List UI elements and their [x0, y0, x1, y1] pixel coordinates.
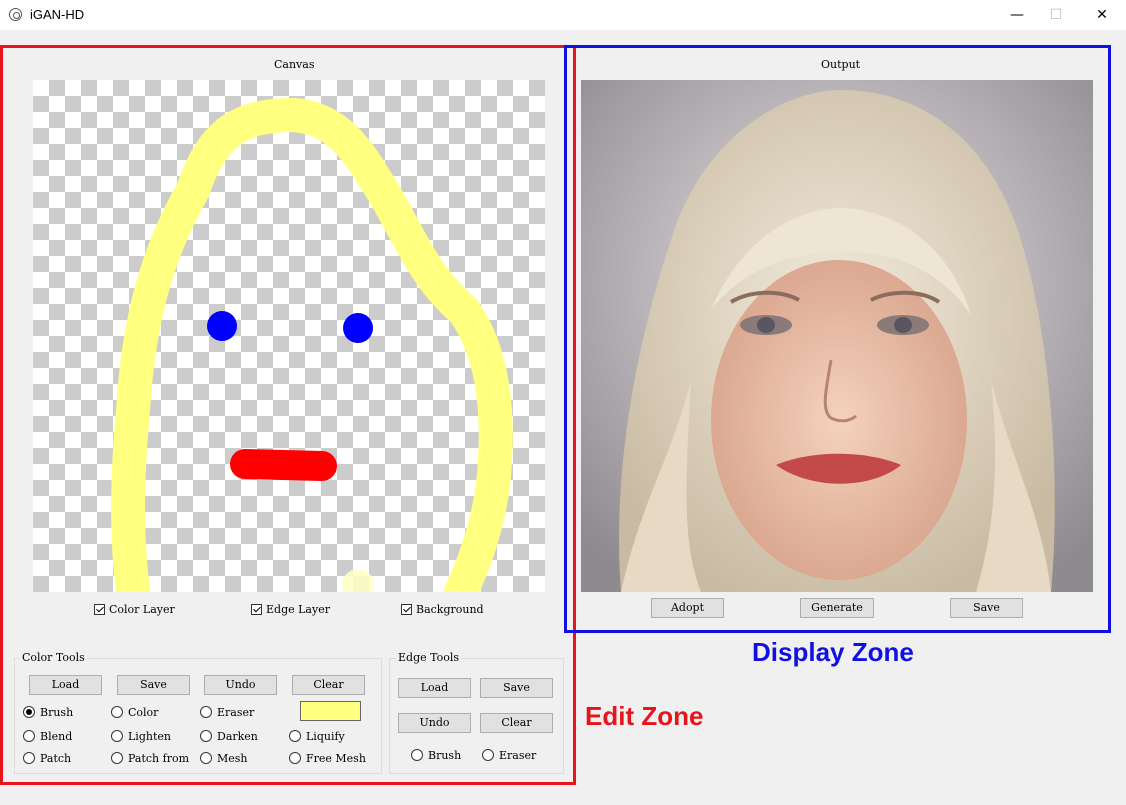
checkbox-box — [94, 603, 105, 615]
close-button[interactable]: ✕ — [1079, 0, 1125, 30]
edge-brush-radio[interactable]: Brush — [411, 748, 461, 762]
checkbox-label: Background — [416, 602, 484, 616]
tool-eraser-radio[interactable]: Eraser — [200, 705, 254, 719]
color-tools-title: Color Tools — [20, 651, 87, 664]
tool-liquify-radio[interactable]: Liquify — [289, 729, 345, 743]
radio-dot — [411, 749, 423, 761]
radio-dot — [23, 730, 35, 742]
radio-label: Patch from — [128, 751, 190, 765]
canvas-title: Canvas — [274, 58, 315, 71]
checkbox-label: Color Layer — [109, 602, 175, 616]
output-title: Output — [821, 58, 861, 71]
radio-label: Brush — [428, 748, 462, 762]
edge-tools-title: Edge Tools — [396, 651, 462, 664]
face-outline-stroke — [111, 97, 513, 592]
checkbox-box — [251, 603, 262, 615]
canvas-drawing — [111, 97, 513, 592]
checkbox-label: Edge Layer — [266, 602, 330, 616]
title-bar: iGAN-HD — ☐ ✕ — [0, 0, 1126, 30]
radio-dot — [111, 706, 123, 718]
radio-dot — [23, 752, 35, 764]
drawing-canvas[interactable] — [33, 80, 545, 592]
radio-dot — [200, 752, 212, 764]
radio-label: Blend — [40, 729, 73, 743]
radio-dot — [289, 730, 301, 742]
output-save-button[interactable]: Save — [950, 598, 1023, 618]
tool-patch-from-radio[interactable]: Patch from — [111, 751, 189, 765]
radio-label: Liquify — [306, 729, 345, 743]
tool-blend-radio[interactable]: Blend — [23, 729, 72, 743]
edge-eraser-radio[interactable]: Eraser — [482, 748, 536, 762]
generate-button[interactable]: Generate — [800, 598, 874, 618]
radio-label: Free Mesh — [306, 751, 366, 765]
generated-face-image — [581, 80, 1093, 592]
radio-label: Lighten — [128, 729, 171, 743]
tool-mesh-radio[interactable]: Mesh — [200, 751, 248, 765]
edit-zone-label: Edit Zone — [585, 701, 704, 731]
color-load-button[interactable]: Load — [29, 675, 102, 695]
radio-label: Eraser — [499, 748, 537, 762]
color-layer-checkbox[interactable]: Color Layer — [94, 602, 175, 616]
radio-label: Eraser — [217, 705, 255, 719]
background-checkbox[interactable]: Background — [401, 602, 484, 616]
brush-cursor — [342, 569, 374, 592]
radio-label: Darken — [217, 729, 258, 743]
radio-dot — [482, 749, 494, 761]
tool-brush-radio[interactable]: Brush — [23, 705, 73, 719]
radio-dot — [200, 730, 212, 742]
radio-dot — [111, 730, 123, 742]
tool-free-mesh-radio[interactable]: Free Mesh — [289, 751, 366, 765]
radio-dot — [111, 752, 123, 764]
output-image — [581, 80, 1093, 592]
maximize-button[interactable]: ☐ — [1033, 0, 1079, 30]
edge-layer-checkbox[interactable]: Edge Layer — [251, 602, 330, 616]
color-undo-button[interactable]: Undo — [204, 675, 277, 695]
radio-dot — [200, 706, 212, 718]
edge-clear-button[interactable]: Clear — [480, 713, 553, 733]
right-eye-dot — [343, 313, 373, 343]
tool-darken-radio[interactable]: Darken — [200, 729, 258, 743]
radio-label: Patch — [40, 751, 72, 765]
tool-color-radio[interactable]: Color — [111, 705, 158, 719]
left-eye-dot — [207, 311, 237, 341]
app-icon — [9, 8, 22, 21]
window-title: iGAN-HD — [30, 7, 85, 22]
radio-dot — [23, 706, 35, 718]
tool-lighten-radio[interactable]: Lighten — [111, 729, 171, 743]
tool-patch-radio[interactable]: Patch — [23, 751, 71, 765]
radio-dot — [289, 752, 301, 764]
color-save-button[interactable]: Save — [117, 675, 190, 695]
color-swatch[interactable] — [300, 701, 361, 721]
radio-label: Color — [128, 705, 159, 719]
edge-undo-button[interactable]: Undo — [398, 713, 471, 733]
edge-save-button[interactable]: Save — [480, 678, 553, 698]
color-clear-button[interactable]: Clear — [292, 675, 365, 695]
adopt-button[interactable]: Adopt — [651, 598, 724, 618]
checkbox-box — [401, 603, 412, 615]
radio-label: Brush — [40, 705, 74, 719]
mouth-stroke — [230, 449, 337, 481]
edge-load-button[interactable]: Load — [398, 678, 471, 698]
radio-label: Mesh — [217, 751, 248, 765]
display-zone-label: Display Zone — [752, 637, 914, 667]
